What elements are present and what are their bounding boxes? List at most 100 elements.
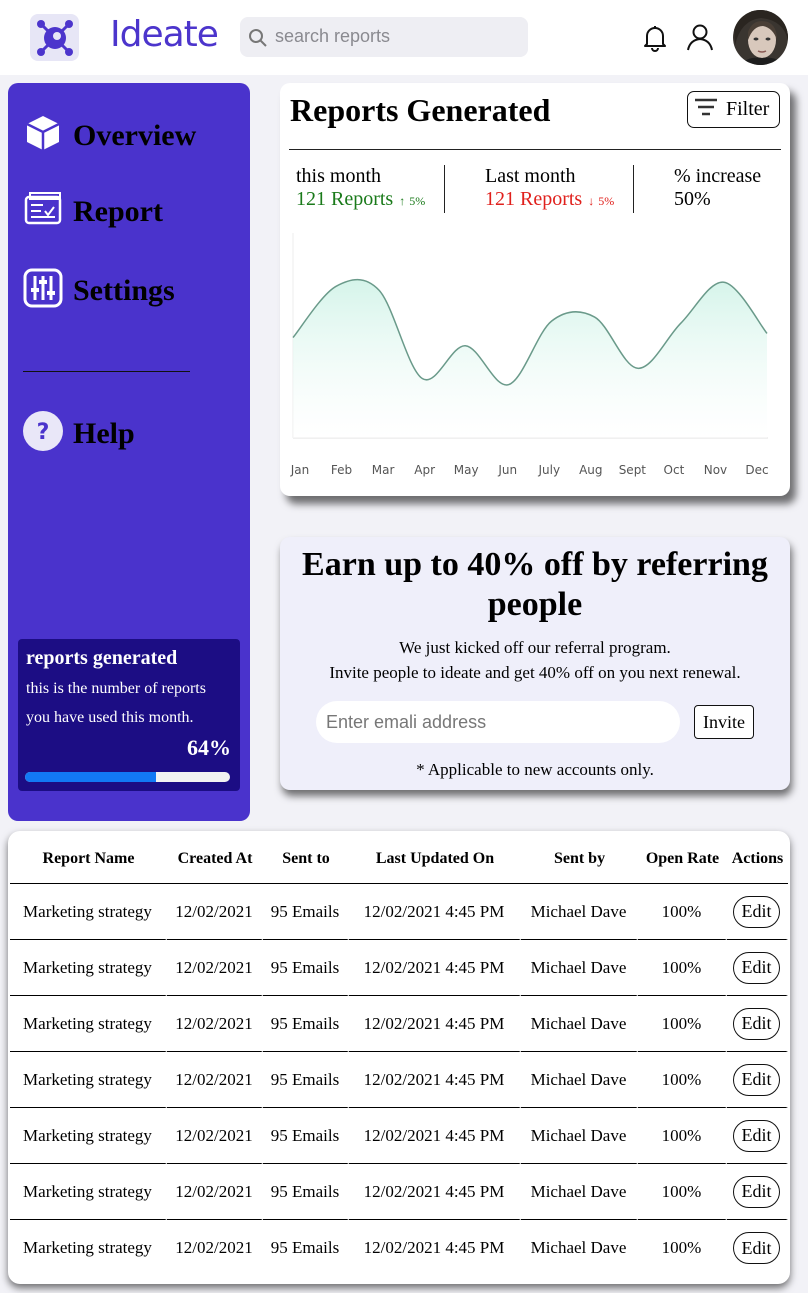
search-icon: [248, 28, 268, 53]
x-tick-label: Mar: [372, 463, 395, 477]
box-icon: [23, 113, 63, 158]
table-cell: 12/02/2021 4:45 PM: [349, 1052, 521, 1108]
stat-change: 5%: [409, 194, 426, 208]
edit-button[interactable]: Edit: [733, 1119, 780, 1152]
user-icon[interactable]: [686, 23, 714, 56]
table-cell: Marketing strategy: [10, 1164, 167, 1220]
table-cell: 12/02/2021 4:45 PM: [349, 1220, 521, 1276]
table-cell: Michael Dave: [521, 884, 638, 940]
chart-x-labels: Jan Feb Mar Apr May Jun July Aug Sept Oct Nov Dec: [290, 463, 769, 477]
actions-cell: Edit: [727, 1108, 788, 1164]
filter-label: Filter: [726, 98, 770, 120]
table-row[interactable]: Marketing strategy 12/02/2021 95 Emails 12/…: [10, 884, 788, 940]
sidebar-item-settings[interactable]: Settings: [23, 268, 175, 313]
x-tick-label: Nov: [704, 463, 727, 477]
edit-button[interactable]: Edit: [733, 1175, 780, 1208]
sliders-icon: [23, 268, 63, 313]
table-row[interactable]: Marketing strategy 12/02/2021 95 Emails 12/…: [10, 940, 788, 996]
logo-icon[interactable]: [30, 14, 79, 61]
table-cell: Marketing strategy: [10, 940, 167, 996]
referral-title: Earn up to 40% off by referring people: [302, 546, 768, 623]
table-cell: 12/02/2021 4:45 PM: [349, 996, 521, 1052]
usage-progress-fill: [25, 772, 157, 782]
table-cell: Michael Dave: [521, 996, 638, 1052]
table-cell: 12/02/2021 4:45 PM: [349, 884, 521, 940]
stat-label: % increase: [674, 165, 762, 187]
brand-name[interactable]: Ideate: [110, 14, 219, 55]
stat-change: 5%: [598, 194, 615, 208]
usage-desc-line1: this is the number of reports: [26, 680, 206, 697]
bell-icon[interactable]: [642, 24, 668, 57]
table-row[interactable]: Marketing strategy 12/02/2021 95 Emails 12/…: [10, 1220, 788, 1276]
x-tick-label: Aug: [579, 463, 602, 477]
reports-chart: Jan Feb Mar Apr May Jun July Aug Sept Oct Nov Dec: [290, 233, 769, 477]
table-cell: 95 Emails: [263, 1108, 349, 1164]
actions-cell: Edit: [727, 996, 788, 1052]
edit-button[interactable]: Edit: [733, 1007, 780, 1040]
column-header[interactable]: Last Updated On: [349, 834, 521, 884]
stat-last-month: Last month 121 Reports ↓ 5%: [485, 165, 614, 211]
sidebar-item-label: Report: [73, 194, 163, 228]
edit-button[interactable]: Edit: [733, 1063, 780, 1096]
usage-desc-line2: you have used this month.: [26, 709, 194, 726]
stat-increase: % increase 50%: [674, 165, 761, 211]
x-tick-label: Jun: [497, 463, 517, 477]
x-tick-label: May: [454, 463, 479, 477]
actions-cell: Edit: [727, 1220, 788, 1276]
table-cell: 100%: [638, 1164, 727, 1220]
table-cell: 95 Emails: [263, 996, 349, 1052]
sidebar-item-help[interactable]: ? Help: [23, 411, 135, 456]
edit-button[interactable]: Edit: [733, 895, 780, 928]
table-cell: 100%: [638, 940, 727, 996]
stat-separator: [633, 165, 634, 213]
column-header[interactable]: Created At: [167, 834, 263, 884]
table-cell: 12/02/2021 4:45 PM: [349, 940, 521, 996]
column-header[interactable]: Sent to: [263, 834, 349, 884]
email-field[interactable]: [316, 701, 680, 743]
usage-panel: reports generated this is the number of …: [18, 639, 240, 791]
column-header[interactable]: Open Rate: [638, 834, 727, 884]
table-row[interactable]: Marketing strategy 12/02/2021 95 Emails 12/…: [10, 1108, 788, 1164]
invite-button[interactable]: Invite: [694, 705, 754, 739]
actions-cell: Edit: [727, 884, 788, 940]
svg-text:?: ?: [37, 420, 50, 445]
x-tick-label: Dec: [745, 463, 768, 477]
x-tick-label: Sept: [619, 463, 647, 477]
avatar[interactable]: [733, 10, 788, 65]
filter-button[interactable]: Filter: [687, 91, 780, 128]
sidebar-item-overview[interactable]: Overview: [23, 113, 196, 158]
table-row[interactable]: Marketing strategy 12/02/2021 95 Emails 12/…: [10, 1052, 788, 1108]
table-cell: 12/02/2021: [167, 996, 263, 1052]
help-icon: ?: [23, 411, 63, 456]
sidebar-item-report[interactable]: Report: [23, 191, 163, 232]
table-row[interactable]: Marketing strategy 12/02/2021 95 Emails 12/…: [10, 1164, 788, 1220]
stat-label: this month: [296, 165, 382, 187]
search-box[interactable]: search reports: [240, 17, 528, 57]
table-cell: Marketing strategy: [10, 1220, 167, 1276]
report-icon: [23, 191, 63, 232]
top-header: Ideate search reports: [0, 0, 808, 75]
usage-percent: 64%: [187, 735, 231, 760]
referral-text-line2: Invite people to ideate and get 40% off …: [329, 663, 741, 682]
sidebar-item-label: Help: [73, 416, 135, 450]
search-placeholder[interactable]: search reports: [275, 26, 390, 47]
table-cell: 100%: [638, 1052, 727, 1108]
table-cell: Michael Dave: [521, 940, 638, 996]
table-cell: 12/02/2021: [167, 1108, 263, 1164]
table-row[interactable]: Marketing strategy 12/02/2021 95 Emails 12/…: [10, 996, 788, 1052]
x-tick-label: Feb: [331, 463, 352, 477]
table-cell: 100%: [638, 996, 727, 1052]
table-header-row: Report Name Created At Sent to Last Upda…: [10, 834, 788, 884]
edit-button[interactable]: Edit: [733, 951, 780, 984]
table-cell: 95 Emails: [263, 940, 349, 996]
stat-value: 50%: [674, 188, 711, 210]
reports-card: Reports Generated Filter this month 121 …: [280, 83, 790, 496]
actions-cell: Edit: [727, 1164, 788, 1220]
edit-button[interactable]: Edit: [733, 1232, 780, 1264]
filter-icon: [694, 97, 718, 123]
column-header[interactable]: Report Name: [10, 834, 167, 884]
table-cell: Marketing strategy: [10, 1108, 167, 1164]
stat-value: 121 Reports ↓ 5%: [485, 188, 614, 211]
column-header[interactable]: Sent by: [521, 834, 638, 884]
table-cell: Michael Dave: [521, 1108, 638, 1164]
